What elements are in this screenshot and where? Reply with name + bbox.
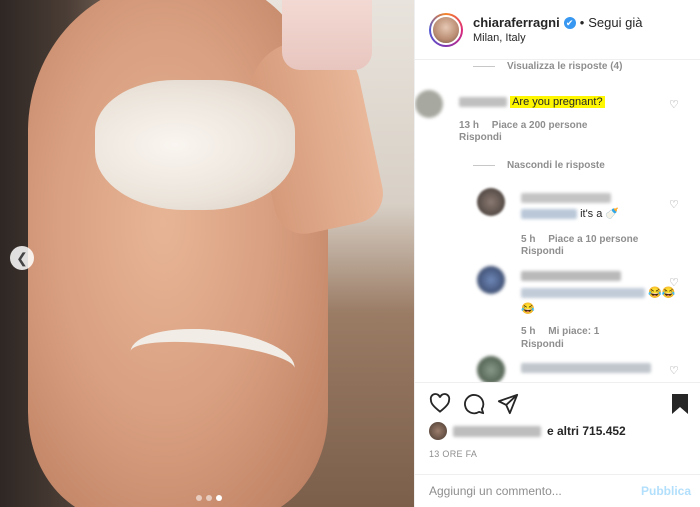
reply-item: ♡ — [465, 356, 689, 382]
add-comment-bar: Pubblica — [415, 474, 700, 507]
view-replies-link[interactable]: Visualizza le risposte (4) — [473, 61, 622, 72]
reply-button[interactable]: Rispondi — [521, 246, 564, 257]
bookmark-icon[interactable] — [671, 393, 689, 420]
reply-item: 😂😂 😂 ♡ 5 h Mi piace: 1 Rispondi — [465, 266, 689, 352]
reply-button[interactable]: Rispondi — [521, 339, 564, 350]
carousel-dot — [206, 495, 212, 501]
location-link[interactable]: Milan, Italy — [473, 32, 642, 44]
avatar[interactable] — [431, 14, 461, 45]
reply-line — [473, 66, 495, 67]
action-bar — [415, 382, 700, 422]
replier-avatar[interactable] — [477, 356, 505, 382]
username-link[interactable]: chiaraferragni — [473, 15, 560, 30]
replier-name-blurred[interactable] — [521, 270, 621, 282]
reply-item: it's a 🍼 ♡ 5 h Piace a 10 persone Rispon… — [465, 188, 689, 258]
liker-name-blurred[interactable] — [453, 425, 541, 437]
reply-text: 😂😂 — [521, 286, 675, 299]
post-timestamp[interactable]: 13 ORE FA — [429, 449, 477, 459]
share-icon[interactable] — [497, 393, 519, 420]
comment-likes[interactable]: Piace a 200 persone — [492, 120, 588, 131]
replier-avatar[interactable] — [477, 188, 505, 216]
comments-list: Visualizza le risposte (4) Are you pregn… — [415, 60, 700, 382]
reply-likes[interactable]: Piace a 10 persone — [548, 234, 638, 245]
reply-like-heart-icon[interactable]: ♡ — [669, 276, 679, 289]
reply-text-blurred — [521, 288, 645, 299]
view-replies-label: Visualizza le risposte (4) — [507, 61, 623, 72]
commenter-avatar[interactable] — [415, 90, 443, 118]
carousel-dots — [196, 495, 222, 501]
reply-line — [473, 165, 495, 166]
heart-icon[interactable] — [429, 393, 451, 418]
follow-status-button[interactable]: Segui già — [588, 15, 642, 30]
bottle-emoji-icon: 🍼 — [605, 208, 620, 220]
comment-item: Are you pregnant? ♡ 13 h Piace a 200 per… — [415, 88, 689, 148]
hide-replies-link[interactable]: Nascondi le risposte — [473, 160, 605, 171]
reply-text: it's a 🍼 — [521, 207, 619, 220]
reply-button[interactable]: Rispondi — [459, 132, 502, 143]
commenter-name-blurred[interactable] — [459, 97, 507, 108]
post-photo[interactable]: ❮ — [0, 0, 414, 507]
reply-body: it's a — [580, 208, 603, 220]
story-ring[interactable] — [429, 12, 463, 47]
likes-count[interactable]: e altri 715.452 — [547, 424, 626, 438]
photo-garment-top — [95, 80, 295, 210]
reply-like-heart-icon[interactable]: ♡ — [669, 198, 679, 211]
post-side-panel: chiaraferragni ✔ • Segui già Milan, Ital… — [414, 0, 700, 507]
reply-time: 5 h — [521, 234, 536, 245]
liker-avatar[interactable] — [429, 422, 447, 440]
publish-button[interactable]: Pubblica — [641, 484, 691, 498]
comment-body: Are you pregnant? — [510, 96, 605, 108]
carousel-dot — [196, 495, 202, 501]
verified-badge-icon: ✔ — [563, 16, 576, 29]
reply-meta: 5 h Mi piace: 1 — [521, 326, 609, 337]
likes-summary[interactable]: e altri 715.452 — [429, 422, 626, 440]
replier-name-blurred[interactable] — [521, 362, 651, 374]
chevron-left-icon[interactable]: ❮ — [10, 246, 34, 270]
comment-input[interactable] — [429, 484, 629, 498]
carousel-dot-active — [216, 495, 222, 501]
reply-like-heart-icon[interactable]: ♡ — [669, 364, 679, 377]
replier-name-blurred[interactable] — [521, 192, 611, 204]
comment-icon[interactable] — [463, 393, 485, 420]
header-text: chiaraferragni ✔ • Segui già Milan, Ital… — [473, 15, 642, 44]
reply-likes[interactable]: Mi piace: 1 — [548, 326, 599, 337]
separator: • — [579, 15, 585, 30]
replier-avatar[interactable] — [477, 266, 505, 294]
reply-time: 5 h — [521, 326, 536, 337]
mention-blurred[interactable] — [521, 209, 577, 220]
post-header: chiaraferragni ✔ • Segui già Milan, Ital… — [415, 0, 700, 60]
comment-like-heart-icon[interactable]: ♡ — [669, 98, 679, 111]
hide-replies-label: Nascondi le risposte — [507, 160, 605, 171]
reply-meta: 5 h Piace a 10 persone — [521, 234, 648, 245]
comment-meta: 13 h Piace a 200 persone — [459, 120, 597, 131]
photo-phone — [282, 0, 372, 70]
comment-text: Are you pregnant? — [459, 96, 605, 108]
comment-time: 13 h — [459, 120, 480, 131]
laughing-emoji-icon: 😂 — [521, 303, 535, 315]
